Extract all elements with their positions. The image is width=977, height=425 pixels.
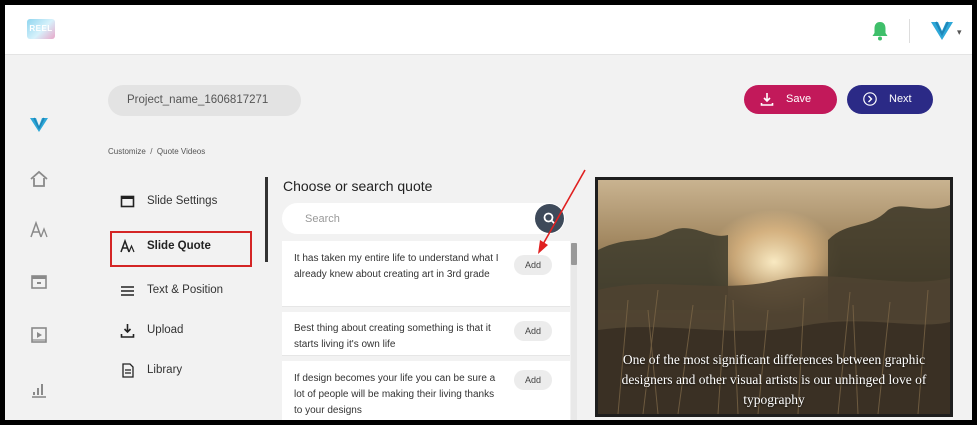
quote-text: It has taken my entire life to understan…	[294, 253, 499, 280]
menu-item-library[interactable]: Library	[117, 356, 267, 386]
header-divider	[909, 19, 910, 43]
section-divider	[265, 177, 268, 262]
chart-icon[interactable]	[28, 379, 50, 401]
save-button[interactable]: Save	[744, 85, 837, 114]
app-frame: REEL ▾ Project_name_1606817271 Save Next…	[5, 5, 972, 420]
home-icon[interactable]	[28, 168, 50, 190]
window-icon[interactable]	[28, 271, 50, 293]
slide-icon	[120, 195, 135, 208]
menu-item-slide-settings[interactable]: Slide Settings	[117, 187, 267, 217]
search-input[interactable]	[282, 203, 522, 234]
lines-icon	[121, 286, 134, 296]
annotation-highlight-box	[110, 231, 252, 267]
annotation-arrow	[538, 169, 586, 254]
list-item[interactable]: If design becomes your life you can be s…	[282, 361, 570, 420]
bell-icon[interactable]	[871, 21, 889, 41]
list-item[interactable]: Best thing about creating something is t…	[282, 312, 570, 356]
search-box	[282, 203, 565, 234]
menu-item-label: Slide Settings	[147, 195, 218, 207]
menu-item-text-position[interactable]: Text & Position	[117, 276, 267, 306]
next-label: Next	[889, 93, 912, 105]
add-quote-button[interactable]: Add	[514, 370, 552, 390]
text-icon[interactable]	[28, 219, 50, 241]
menu-item-label: Library	[147, 364, 183, 376]
menu-item-label: Text & Position	[147, 284, 224, 296]
list-item[interactable]: It has taken my entire life to understan…	[282, 241, 570, 307]
project-name-field[interactable]: Project_name_1606817271	[108, 85, 301, 116]
quote-text: Best thing about creating something is t…	[294, 323, 491, 350]
breadcrumb[interactable]: Customize / Quote Videos	[108, 147, 205, 156]
slide-preview[interactable]: One of the most significant differences …	[595, 177, 953, 417]
brand-logo-icon[interactable]	[930, 19, 954, 41]
chevron-down-icon[interactable]: ▾	[957, 27, 962, 38]
menu-item-upload[interactable]: Upload	[117, 316, 267, 346]
chevron-right-icon	[863, 92, 877, 106]
preview-caption: One of the most significant differences …	[621, 352, 927, 407]
save-label: Save	[786, 93, 812, 105]
add-quote-button[interactable]: Add	[514, 321, 552, 341]
video-icon[interactable]	[28, 324, 50, 346]
app-logo[interactable]: REEL	[27, 19, 55, 39]
upload-icon	[120, 324, 135, 338]
menu-item-label: Upload	[147, 324, 184, 336]
download-icon	[760, 93, 774, 106]
sidebar	[5, 56, 75, 420]
brand-logo-icon[interactable]	[28, 113, 50, 135]
add-quote-button[interactable]: Add	[514, 255, 552, 275]
quote-list: It has taken my entire life to understan…	[282, 241, 572, 420]
quote-text: If design becomes your life you can be s…	[294, 373, 496, 416]
quote-panel-title: Choose or search quote	[283, 178, 433, 194]
top-bar: REEL ▾	[5, 5, 972, 55]
next-button[interactable]: Next	[847, 85, 933, 114]
document-icon	[122, 363, 134, 378]
